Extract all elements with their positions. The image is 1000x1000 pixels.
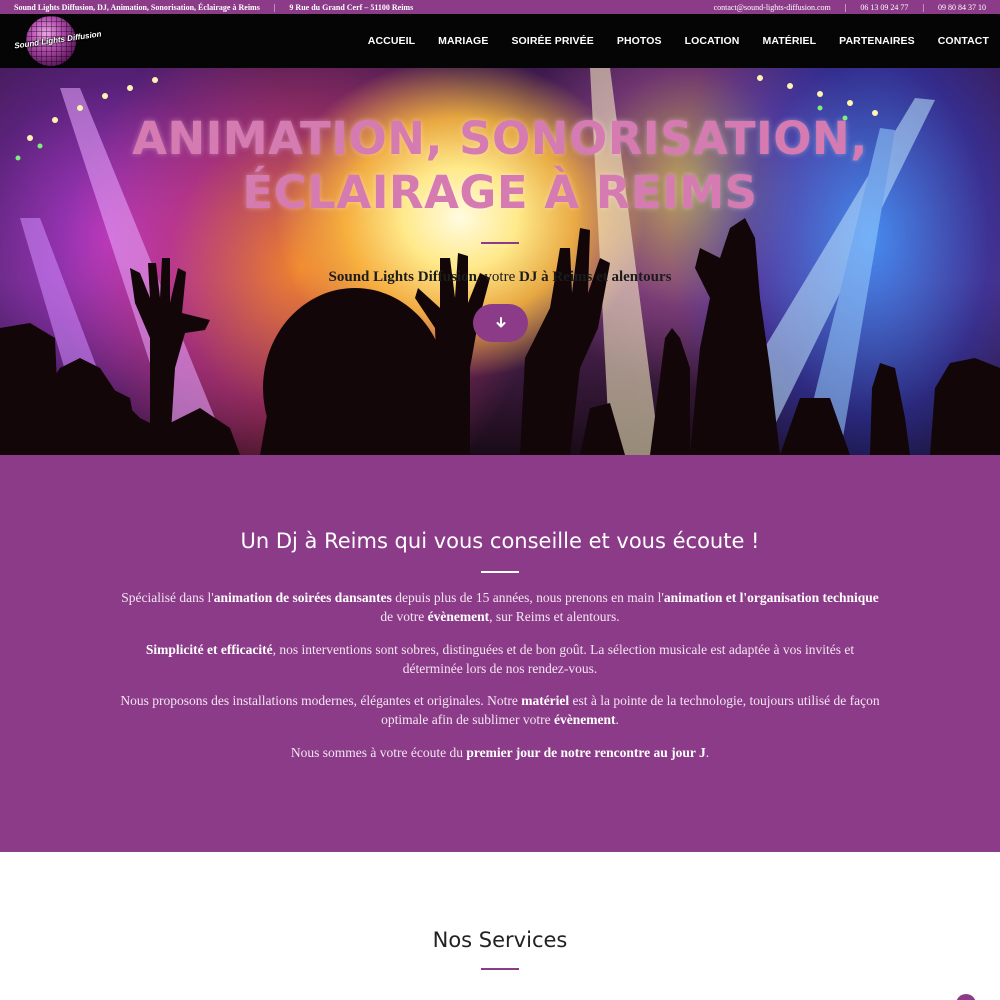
nav-item-contact[interactable]: CONTACT bbox=[938, 35, 989, 47]
about-paragraph-2: Simplicité et efficacité, nos interventi… bbox=[120, 641, 880, 678]
about-paragraph-3: Nous proposons des installations moderne… bbox=[120, 692, 880, 729]
services-section: Nos Services bbox=[0, 852, 1000, 1000]
text-strong: premier jour de notre rencontre au jour … bbox=[466, 745, 706, 760]
text: Spécialisé dans l' bbox=[121, 590, 214, 605]
hero-subtitle-middle: , votre bbox=[476, 269, 519, 285]
separator: | bbox=[922, 2, 924, 12]
hero-banner: ANIMATION, SONORISATION, ÉCLAIRAGE À REI… bbox=[0, 68, 1000, 455]
text-strong: évènement bbox=[427, 608, 490, 624]
hero-subtitle-strong: DJ à Reims et alentours bbox=[519, 269, 672, 285]
text: depuis plus de 15 années, nous prenons e… bbox=[391, 590, 664, 605]
nav-item-photos[interactable]: PHOTOS bbox=[617, 35, 662, 47]
services-heading: Nos Services bbox=[432, 928, 568, 952]
nav-item-soiree-privee[interactable]: SOIRÉE PRIVÉE bbox=[511, 35, 593, 47]
hero-subtitle-brand: Sound Lights Diffusion bbox=[328, 269, 477, 285]
scroll-top-button[interactable] bbox=[956, 994, 976, 1000]
nav-item-accueil[interactable]: ACCUEIL bbox=[368, 35, 415, 47]
site-tagline: Sound Lights Diffusion, DJ, Animation, S… bbox=[14, 2, 260, 12]
text-strong: animation et l'organisation technique bbox=[663, 590, 879, 605]
nav-item-materiel[interactable]: MATÉRIEL bbox=[762, 35, 816, 47]
scroll-down-button[interactable] bbox=[473, 304, 528, 342]
about-divider bbox=[481, 571, 519, 573]
hero-subtitle: Sound Lights Diffusion, votre DJ à Reims… bbox=[0, 269, 1000, 286]
separator: | bbox=[844, 2, 847, 12]
hero-title-line-1: ANIMATION, SONORISATION, bbox=[132, 112, 868, 165]
materiel-link[interactable]: matériel bbox=[521, 693, 569, 708]
phone-link-mobile[interactable]: 06 13 09 24 77 bbox=[860, 3, 908, 12]
address-text: 9 Rue du Grand Cerf – 51100 Reims bbox=[289, 2, 414, 12]
text: Nous sommes à votre écoute du bbox=[290, 745, 467, 760]
hero-title-line-2: ÉCLAIRAGE À REIMS bbox=[242, 166, 758, 219]
text-strong: Simplicité et efficacité bbox=[145, 642, 273, 657]
text: , sur Reims et alentours. bbox=[489, 608, 620, 624]
about-paragraph-1: Spécialisé dans l'animation de soirées d… bbox=[120, 589, 880, 626]
text-strong: animation de soirées dansantes bbox=[213, 590, 392, 605]
phone-link-landline[interactable]: 09 80 84 37 10 bbox=[938, 3, 986, 12]
nav-item-partenaires[interactable]: PARTENAIRES bbox=[839, 35, 915, 47]
about-paragraph-4: Nous sommes à votre écoute du premier jo… bbox=[120, 744, 880, 763]
top-info-bar: Sound Lights Diffusion, DJ, Animation, S… bbox=[0, 0, 1000, 14]
separator: | bbox=[273, 2, 276, 12]
hero-title: ANIMATION, SONORISATION, ÉCLAIRAGE À REI… bbox=[0, 112, 1000, 220]
main-navbar: Sound Lights Diffusion ACCUEIL MARIAGE S… bbox=[0, 14, 1000, 68]
text: Nous proposons des installations moderne… bbox=[120, 693, 522, 708]
text: . bbox=[615, 711, 619, 727]
text: . bbox=[705, 745, 710, 760]
services-divider bbox=[481, 968, 519, 970]
primary-nav: ACCUEIL MARIAGE SOIRÉE PRIVÉE PHOTOS LOC… bbox=[368, 14, 1000, 68]
about-section: Un Dj à Reims qui vous conseille et vous… bbox=[0, 455, 1000, 852]
about-heading: Un Dj à Reims qui vous conseille et vous… bbox=[240, 529, 760, 553]
text: de votre bbox=[380, 608, 428, 624]
email-link[interactable]: contact@sound-lights-diffusion.com bbox=[714, 3, 831, 12]
hero-divider bbox=[481, 242, 519, 244]
arrow-down-icon bbox=[496, 317, 505, 328]
nav-item-location[interactable]: LOCATION bbox=[685, 35, 740, 47]
text: , nos interventions sont sobres, disting… bbox=[272, 642, 855, 676]
nav-item-mariage[interactable]: MARIAGE bbox=[438, 35, 488, 47]
text-strong: évènement bbox=[553, 711, 616, 727]
